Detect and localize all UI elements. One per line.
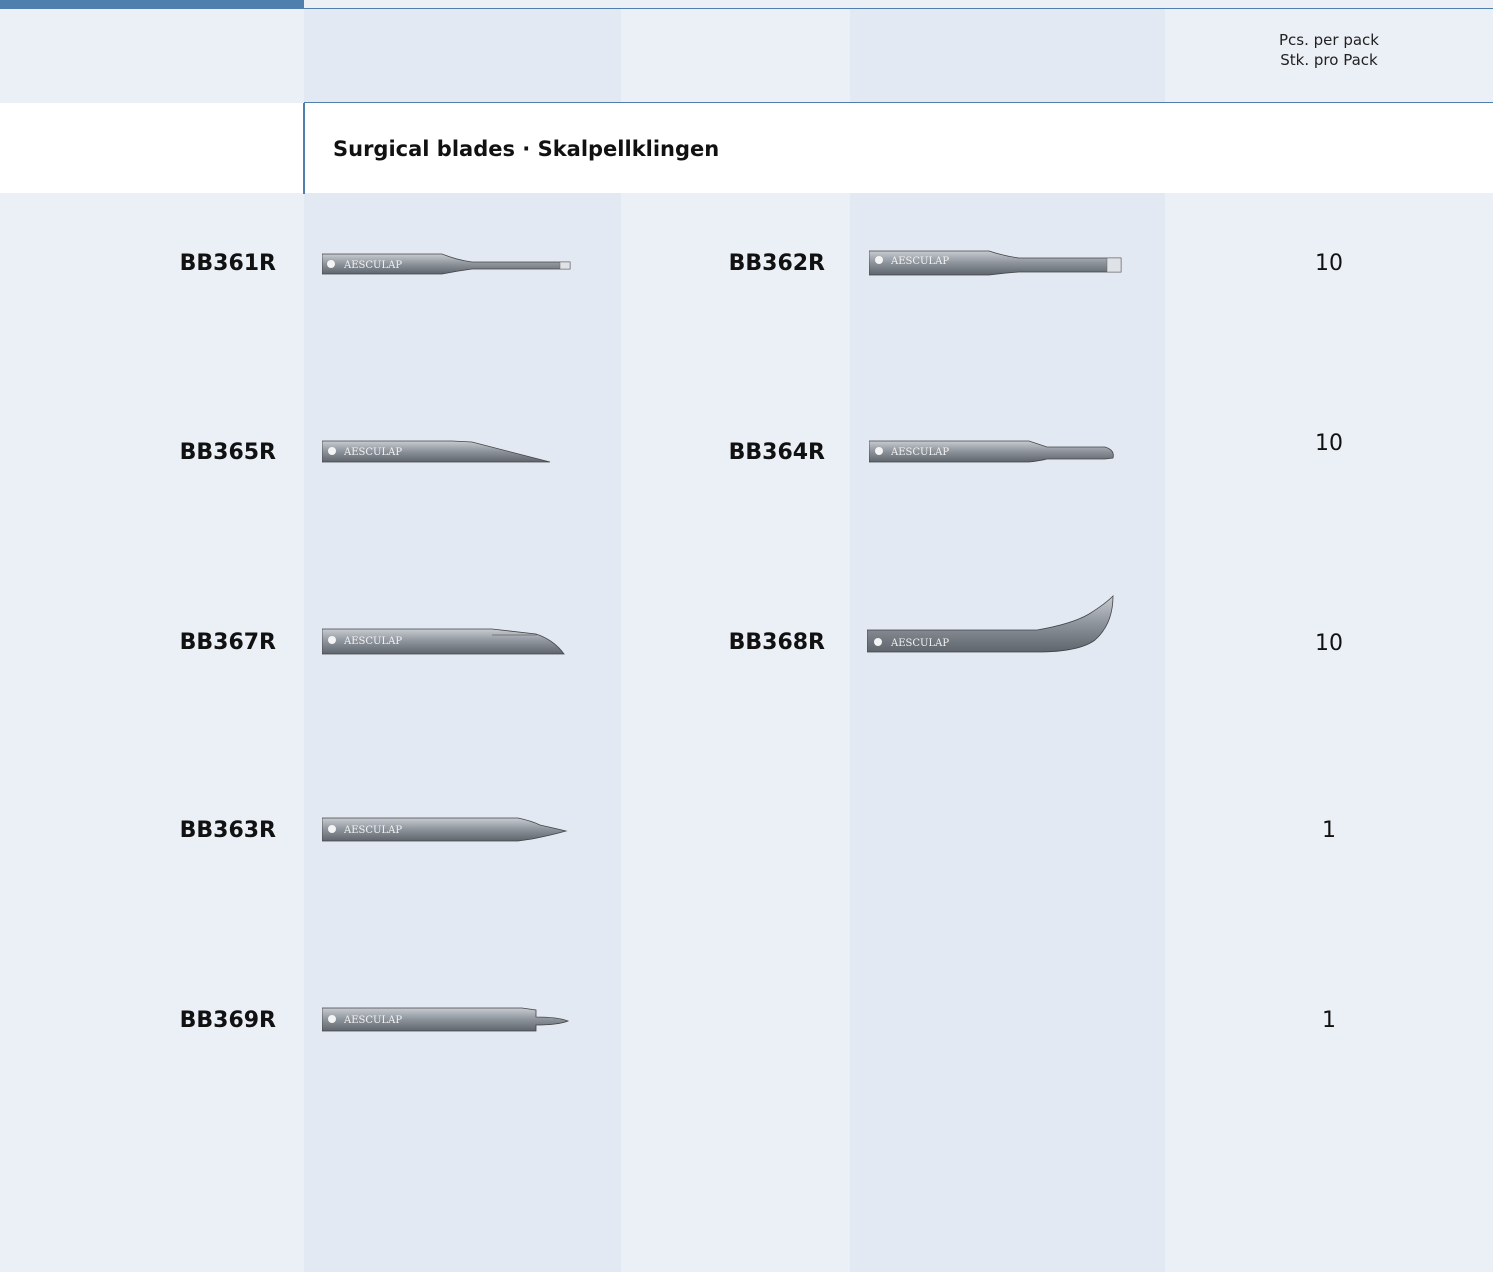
pack-quantity: 10 <box>1315 251 1343 276</box>
top-accent-bar <box>0 0 304 9</box>
pack-header-de: Stk. pro Pack <box>1280 51 1378 69</box>
svg-text:AESCULAP: AESCULAP <box>343 260 402 271</box>
section-title: Surgical blades · Skalpellklingen <box>333 137 720 161</box>
section-header-row <box>0 103 1493 193</box>
pack-header-en: Pcs. per pack <box>1279 31 1379 49</box>
product-code: BB367R <box>179 630 276 655</box>
blade-image: AESCULAP <box>869 440 1114 463</box>
section-divider <box>303 103 305 194</box>
product-code: BB363R <box>179 818 276 843</box>
svg-text:AESCULAP: AESCULAP <box>343 447 402 458</box>
blade-image: AESCULAP <box>322 253 571 275</box>
svg-text:AESCULAP: AESCULAP <box>890 638 949 649</box>
pack-quantity: 10 <box>1315 431 1343 456</box>
blade-image: AESCULAP <box>869 250 1122 276</box>
blade-image: AESCULAP <box>322 628 565 655</box>
top-rule <box>304 8 1493 9</box>
product-code: BB365R <box>179 440 276 465</box>
blade-image: AESCULAP <box>322 817 568 842</box>
blade-image: AESCULAP <box>867 595 1114 653</box>
product-code: BB361R <box>179 251 276 276</box>
svg-text:AESCULAP: AESCULAP <box>343 825 402 836</box>
svg-text:AESCULAP: AESCULAP <box>890 256 949 267</box>
blade-image: AESCULAP <box>322 440 551 463</box>
pack-quantity-header: Pcs. per pack Stk. pro Pack <box>1165 30 1493 70</box>
product-code: BB369R <box>179 1008 276 1033</box>
product-code: BB362R <box>728 251 825 276</box>
product-code: BB364R <box>728 440 825 465</box>
pack-quantity: 1 <box>1322 818 1336 843</box>
pack-quantity: 1 <box>1322 1008 1336 1033</box>
svg-text:AESCULAP: AESCULAP <box>890 447 949 458</box>
svg-text:AESCULAP: AESCULAP <box>343 636 402 647</box>
blade-image: AESCULAP <box>322 1007 570 1032</box>
svg-text:AESCULAP: AESCULAP <box>343 1015 402 1026</box>
product-code: BB368R <box>728 630 825 655</box>
pack-quantity: 10 <box>1315 631 1343 656</box>
